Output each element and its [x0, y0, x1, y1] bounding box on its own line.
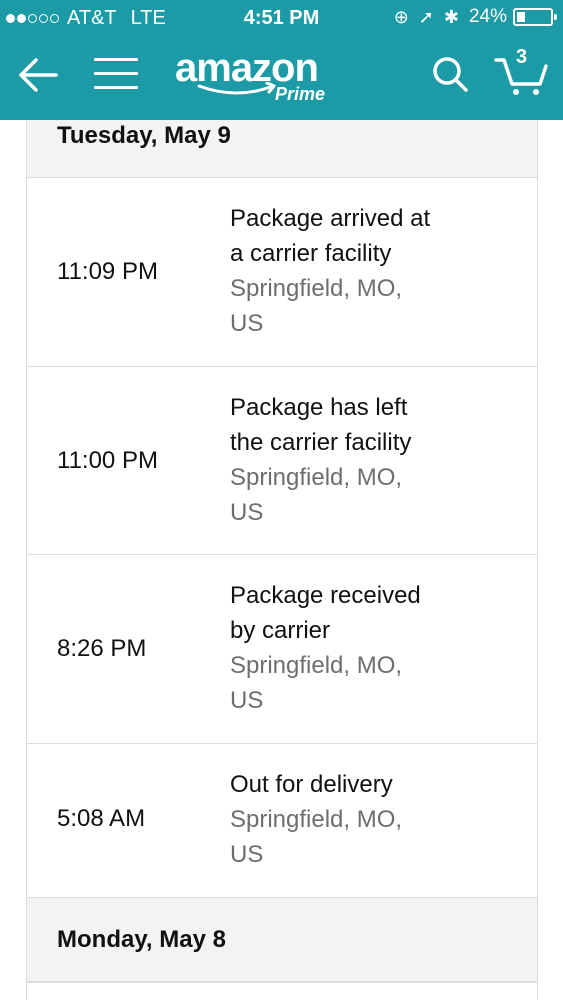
amazon-prime-logo[interactable]: amazon Prime: [175, 46, 345, 106]
rotation-lock-icon: ⊕: [393, 6, 409, 27]
search-icon[interactable]: [430, 54, 470, 94]
event-location: Springfield, MO,: [230, 464, 403, 491]
event-description: Package received: [230, 582, 421, 609]
tracking-event: 5:08 AM Out for delivery Springfield, MO…: [27, 744, 537, 898]
cart-count: 3: [516, 46, 528, 68]
day-header: Tuesday, May 9: [27, 120, 537, 178]
day-header: Monday, May 8: [27, 898, 537, 982]
nav-bar: amazon Prime 3: [0, 40, 563, 110]
event-description: by carrier: [230, 617, 331, 644]
cart-icon[interactable]: 3: [494, 46, 550, 98]
event-time: 5:08 AM: [57, 805, 146, 832]
battery-icon: [513, 8, 557, 26]
status-icons: ⊕ ➚ ✱ 24%: [393, 6, 557, 28]
event-details: Out for delivery Springfield, MO, US: [230, 767, 510, 872]
event-description: Out for delivery: [230, 771, 393, 798]
day-date: Tuesday, May 9: [57, 122, 231, 149]
hamburger-menu-icon[interactable]: [94, 54, 138, 94]
back-arrow-icon[interactable]: [16, 52, 62, 98]
event-location: US: [230, 841, 264, 868]
event-time: 8:26 PM: [57, 635, 147, 662]
tracking-event: 11:09 PM Package arrived at a carrier fa…: [27, 178, 537, 367]
status-bar: AT&T LTE 4:51 PM ⊕ ➚ ✱ 24%: [0, 0, 563, 36]
event-location: Springfield, MO,: [230, 652, 403, 679]
event-description: Package has left: [230, 394, 408, 421]
event-location: US: [230, 687, 264, 714]
event-description: Package arrived at: [230, 205, 431, 232]
battery-percent: 24%: [468, 6, 507, 27]
tracking-event: 11:00 PM Package has left the carrier fa…: [27, 367, 537, 555]
event-location: US: [230, 499, 264, 526]
bluetooth-icon: ✱: [443, 6, 459, 27]
tracking-event-partial: [27, 982, 537, 1000]
event-time: 11:09 PM: [57, 258, 158, 285]
tracking-timeline: Tuesday, May 9 11:09 PM Package arrived …: [26, 120, 538, 1000]
event-details: Package arrived at a carrier facility Sp…: [230, 201, 510, 341]
logo-subtitle: Prime: [275, 84, 326, 104]
event-description: a carrier facility: [230, 240, 392, 267]
app-header: AT&T LTE 4:51 PM ⊕ ➚ ✱ 24% amazon Prime …: [0, 0, 563, 120]
event-time: 11:00 PM: [57, 447, 158, 474]
event-details: Package has left the carrier facility Sp…: [230, 390, 510, 530]
event-description: the carrier facility: [230, 429, 412, 456]
event-location: Springfield, MO,: [230, 275, 403, 302]
tracking-event: 8:26 PM Package received by carrier Spri…: [27, 555, 537, 744]
event-details: Package received by carrier Springfield,…: [230, 578, 510, 718]
event-location: Springfield, MO,: [230, 806, 403, 833]
location-arrow-icon: ➚: [418, 6, 434, 27]
event-location: US: [230, 310, 264, 337]
day-date: Monday, May 8: [57, 926, 226, 953]
